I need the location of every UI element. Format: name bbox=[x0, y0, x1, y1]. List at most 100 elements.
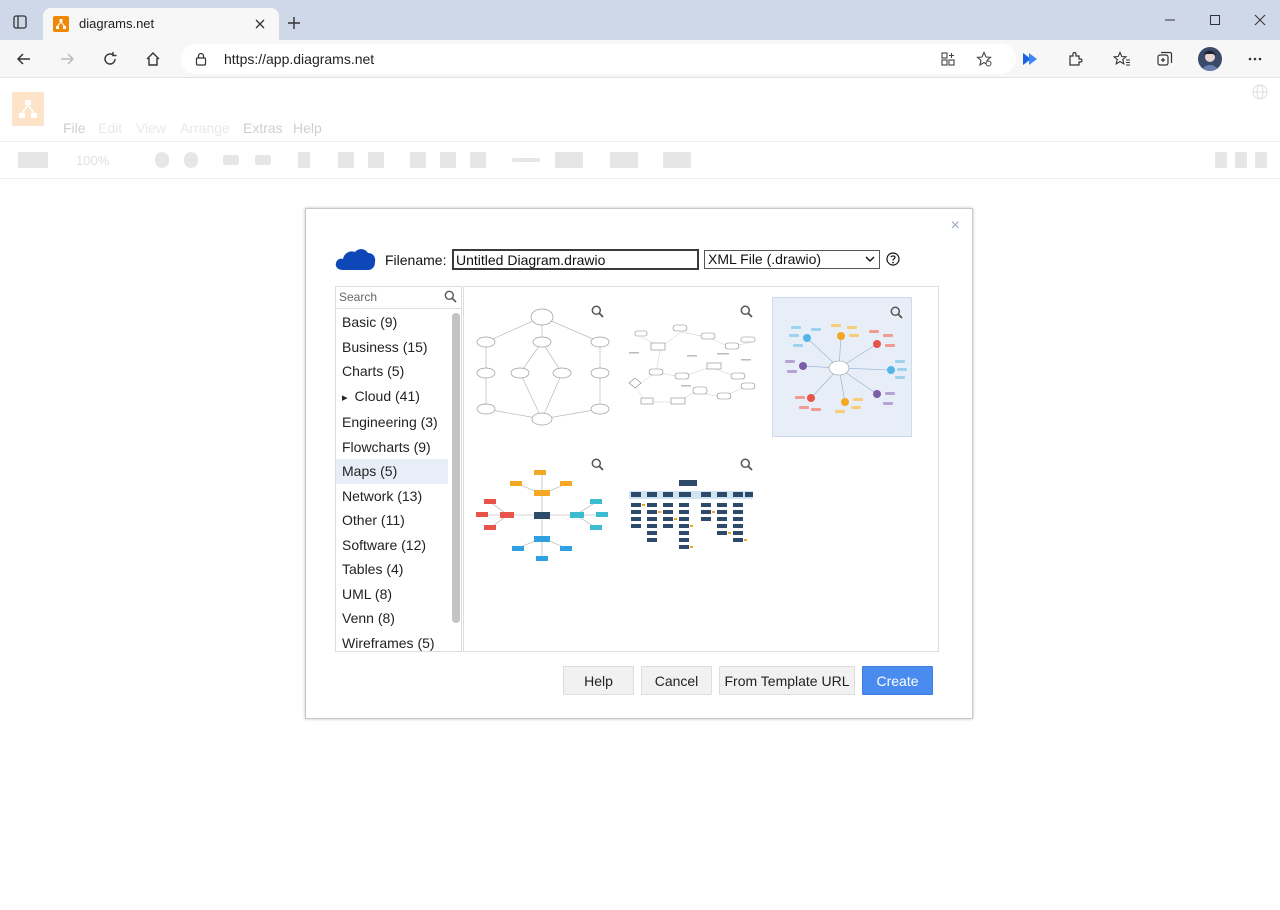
profile-avatar[interactable] bbox=[1198, 47, 1222, 71]
category-label: Wireframes (5) bbox=[342, 634, 435, 651]
url-box[interactable]: https://app.diagrams.net bbox=[181, 44, 1016, 74]
format-panel-icon[interactable] bbox=[18, 152, 48, 168]
category-item[interactable]: UML (8) bbox=[336, 582, 448, 607]
undo-icon[interactable] bbox=[223, 155, 239, 165]
table-icon[interactable] bbox=[663, 152, 691, 168]
category-item[interactable]: Engineering (3) bbox=[336, 410, 448, 435]
url-text: https://app.diagrams.net bbox=[224, 51, 375, 67]
category-item[interactable]: Software (12) bbox=[336, 533, 448, 558]
favorites-icon[interactable] bbox=[1112, 49, 1132, 69]
category-label: Software (12) bbox=[342, 536, 427, 553]
template-gallery bbox=[463, 286, 939, 652]
extensions-icon[interactable] bbox=[1065, 49, 1085, 69]
category-item[interactable]: Basic (9) bbox=[336, 310, 448, 335]
tab-title: diagrams.net bbox=[79, 16, 155, 31]
app-available-icon[interactable] bbox=[939, 50, 957, 68]
fullscreen-icon[interactable] bbox=[1215, 152, 1227, 168]
category-label: UML (8) bbox=[342, 585, 393, 602]
template-thumbnail[interactable] bbox=[472, 450, 612, 590]
add-favorite-icon[interactable] bbox=[975, 50, 993, 68]
search-placeholder: Search bbox=[339, 290, 378, 304]
category-label: Tables (4) bbox=[342, 561, 404, 577]
preview-magnifier-icon[interactable] bbox=[740, 458, 753, 476]
menu-extras[interactable]: Extras bbox=[243, 120, 283, 136]
to-back-icon[interactable] bbox=[368, 152, 384, 168]
help-button[interactable]: Help bbox=[563, 666, 634, 695]
template-thumbnail-selected[interactable] bbox=[772, 297, 912, 437]
language-globe-icon[interactable] bbox=[1251, 83, 1269, 101]
insert-icon[interactable] bbox=[610, 152, 638, 168]
tab-actions-icon[interactable] bbox=[10, 12, 30, 32]
collections-icon[interactable] bbox=[1155, 49, 1175, 69]
maximize-icon[interactable] bbox=[1205, 10, 1225, 30]
menu-help[interactable]: Help bbox=[293, 120, 322, 136]
redo-icon[interactable] bbox=[255, 155, 271, 165]
cancel-button[interactable]: Cancel bbox=[641, 666, 712, 695]
preview-magnifier-icon[interactable] bbox=[591, 458, 604, 476]
menu-arrange[interactable]: Arrange bbox=[180, 120, 230, 136]
filename-input[interactable] bbox=[452, 249, 699, 270]
category-item[interactable]: Maps (5) bbox=[336, 459, 448, 484]
from-template-url-button[interactable]: From Template URL bbox=[719, 666, 855, 695]
new-tab-icon[interactable] bbox=[284, 13, 304, 33]
preview-magnifier-icon[interactable] bbox=[890, 306, 903, 324]
drawio-logo-icon bbox=[12, 92, 44, 126]
menu-edit[interactable]: Edit bbox=[98, 120, 122, 136]
close-dialog-icon[interactable]: × bbox=[951, 217, 960, 235]
help-circle-icon[interactable] bbox=[885, 251, 901, 267]
fill-color-icon[interactable] bbox=[410, 152, 426, 168]
preview-magnifier-icon[interactable] bbox=[740, 305, 753, 323]
category-item[interactable]: Other (11) bbox=[336, 508, 448, 533]
to-front-icon[interactable] bbox=[338, 152, 354, 168]
copilot-icon[interactable] bbox=[1021, 49, 1041, 69]
category-item[interactable]: Flowcharts (9) bbox=[336, 435, 448, 460]
filetype-value: XML File (.drawio) bbox=[708, 251, 822, 267]
zoom-level[interactable]: 100% bbox=[76, 153, 109, 168]
menu-view[interactable]: View bbox=[136, 120, 166, 136]
template-thumbnail[interactable] bbox=[472, 297, 612, 437]
refresh-icon[interactable] bbox=[100, 49, 120, 69]
drawio-favicon-icon bbox=[53, 16, 69, 32]
back-icon[interactable] bbox=[14, 49, 34, 69]
category-label: Engineering (3) bbox=[342, 414, 438, 430]
shadow-icon[interactable] bbox=[470, 152, 486, 168]
category-label: Business (15) bbox=[342, 338, 428, 355]
category-item[interactable]: Charts (5) bbox=[336, 359, 448, 384]
line-color-icon[interactable] bbox=[440, 152, 456, 168]
connection-icon[interactable] bbox=[512, 158, 540, 162]
category-item[interactable]: Network (13) bbox=[336, 484, 448, 509]
category-item[interactable]: Business (15) bbox=[336, 335, 448, 360]
category-label: Venn (8) bbox=[342, 610, 395, 626]
close-window-icon[interactable] bbox=[1250, 10, 1270, 30]
category-item[interactable]: Venn (8) bbox=[336, 606, 448, 631]
category-label: Network (13) bbox=[342, 487, 423, 504]
forward-icon[interactable] bbox=[57, 49, 77, 69]
search-icon[interactable] bbox=[444, 290, 457, 306]
waypoints-icon[interactable] bbox=[555, 152, 583, 168]
create-button[interactable]: Create bbox=[862, 666, 933, 695]
category-item[interactable]: ▸ Cloud (41) bbox=[336, 384, 448, 411]
minimize-icon[interactable] bbox=[1160, 10, 1180, 30]
category-scrollbar-thumb[interactable] bbox=[452, 313, 460, 623]
home-icon[interactable] bbox=[143, 49, 163, 69]
zoom-in-icon[interactable] bbox=[155, 152, 169, 168]
more-menu-icon[interactable] bbox=[1245, 49, 1265, 69]
category-label: Charts (5) bbox=[342, 363, 405, 379]
delete-icon[interactable] bbox=[298, 152, 310, 168]
zoom-out-icon[interactable] bbox=[184, 152, 198, 168]
category-item[interactable]: Tables (4) bbox=[336, 557, 448, 582]
search-input[interactable]: Search bbox=[336, 287, 461, 309]
preview-magnifier-icon[interactable] bbox=[591, 305, 604, 323]
template-thumbnail[interactable] bbox=[621, 297, 761, 437]
format-toggle-icon[interactable] bbox=[1235, 152, 1247, 168]
lock-icon[interactable] bbox=[193, 51, 209, 67]
template-thumbnail[interactable] bbox=[621, 450, 761, 590]
category-item[interactable]: Wireframes (5) bbox=[336, 631, 448, 652]
expand-arrow-icon[interactable]: ▸ bbox=[342, 392, 348, 404]
menu-file[interactable]: File bbox=[63, 120, 86, 136]
browser-tab[interactable]: diagrams.net bbox=[43, 8, 279, 40]
close-tab-icon[interactable] bbox=[251, 15, 269, 33]
filetype-select[interactable]: XML File (.drawio) bbox=[704, 250, 880, 269]
category-label: Cloud (41) bbox=[354, 387, 420, 404]
collapse-icon[interactable] bbox=[1255, 152, 1267, 168]
